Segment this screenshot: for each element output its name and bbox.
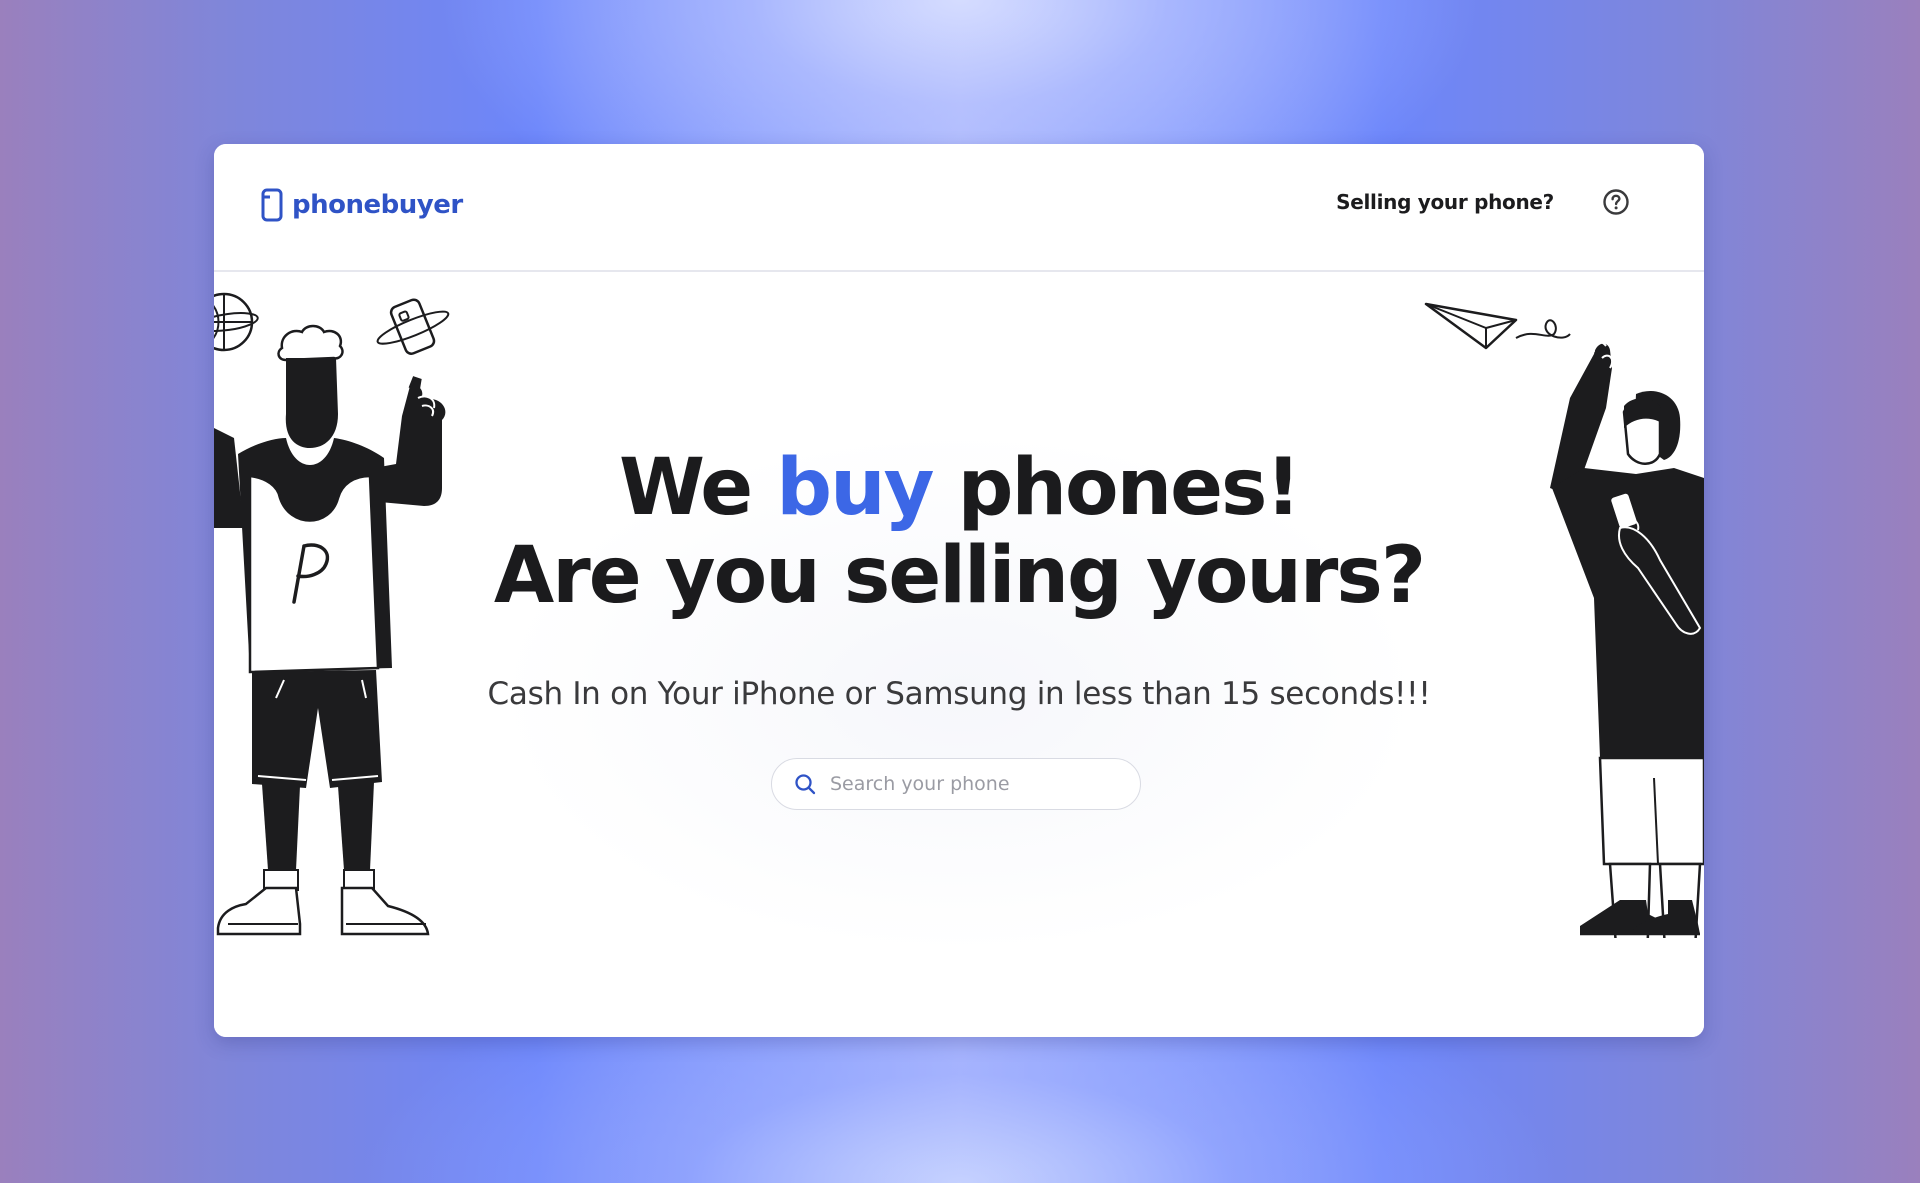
- headline-pre: We: [618, 443, 777, 533]
- phone-icon: [260, 188, 284, 222]
- top-nav: Selling your phone?: [1336, 188, 1630, 216]
- basketball-icon: [214, 292, 259, 352]
- phone-search-box[interactable]: [771, 758, 1141, 810]
- headline-line-2: Are you selling yours?: [493, 531, 1426, 621]
- hero-headline: We buy phones! Are you selling yours?: [214, 444, 1704, 620]
- headline-accent: buy: [776, 443, 934, 533]
- headline-line-1: We buy phones!: [214, 444, 1704, 532]
- person-with-phone-illustration: [1424, 298, 1704, 1002]
- brand-name: phonebuyer: [292, 190, 463, 220]
- search-input[interactable]: [828, 772, 1122, 796]
- floating-phone-icon: [376, 298, 450, 355]
- search-icon: [794, 773, 816, 795]
- headline-post: phones!: [932, 443, 1301, 533]
- top-navbar: phonebuyer Selling your phone?: [214, 144, 1704, 272]
- hero-subheadline: Cash In on Your iPhone or Samsung in les…: [487, 676, 1431, 712]
- selling-your-phone-link[interactable]: Selling your phone?: [1336, 190, 1554, 214]
- question-circle-icon[interactable]: [1602, 188, 1630, 216]
- paper-plane-icon: [1424, 302, 1571, 350]
- brand-logo[interactable]: phonebuyer: [260, 188, 463, 222]
- main-card: phonebuyer Selling your phone? We buy ph…: [214, 144, 1704, 1037]
- hero-section: We buy phones! Are you selling yours? Ca…: [214, 272, 1704, 1037]
